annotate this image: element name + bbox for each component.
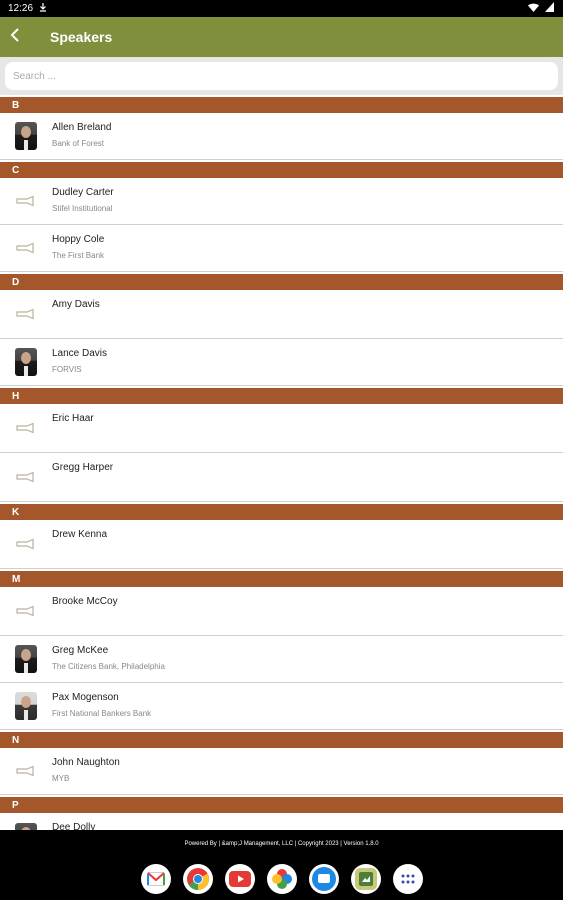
speaker-row[interactable]: Gregg Harper	[0, 453, 563, 502]
speaker-row[interactable]: Brooke McCoy	[0, 587, 563, 636]
megaphone-icon	[8, 526, 44, 562]
wifi-icon	[528, 3, 539, 15]
section-header-c: C	[0, 160, 563, 178]
download-icon	[39, 2, 47, 15]
speaker-row[interactable]: Hoppy Cole The First Bank	[0, 225, 563, 272]
page-title: Speakers	[50, 29, 113, 45]
section-header-k: K	[0, 502, 563, 520]
back-arrow-icon	[10, 27, 20, 47]
speaker-row[interactable]: John Naughton MYB	[0, 748, 563, 795]
speaker-name: Lance Davis	[52, 348, 108, 359]
speaker-organization: MYB	[52, 774, 70, 783]
gmail-icon[interactable]	[140, 864, 171, 894]
section-header-p: P	[0, 795, 563, 813]
battery-icon	[545, 2, 555, 15]
avatar	[8, 344, 44, 380]
megaphone-icon	[8, 230, 44, 266]
speaker-name: John Naughton	[52, 757, 120, 768]
app-drawer-icon[interactable]	[392, 864, 423, 894]
megaphone-icon	[8, 753, 44, 789]
speaker-organization: Stifel Institutional	[52, 204, 113, 213]
section-header-m: M	[0, 569, 563, 587]
app-dock	[0, 858, 563, 900]
section-header-b: B	[0, 95, 563, 113]
speaker-name: Eric Haar	[52, 413, 94, 424]
speaker-name: Drew Kenna	[52, 529, 108, 540]
speaker-organization: Bank of Forest	[52, 139, 105, 148]
messages-icon[interactable]	[308, 864, 339, 894]
footer: Powered By | &amp;J Management, LLC | Co…	[0, 830, 563, 858]
speaker-name: Gregg Harper	[52, 462, 114, 473]
speaker-list[interactable]: B Allen Breland Bank of Forest C Dudley Cart…	[0, 95, 563, 830]
back-button[interactable]	[4, 26, 26, 48]
status-bar: 12:26	[0, 0, 563, 17]
megaphone-icon	[8, 183, 44, 219]
speaker-row[interactable]: Allen Breland Bank of Forest	[0, 113, 563, 160]
pics-icon[interactable]	[350, 864, 381, 894]
speaker-name: Brooke McCoy	[52, 596, 118, 607]
section-header-d: D	[0, 272, 563, 290]
speaker-name: Dee Dolly	[52, 822, 96, 830]
speaker-organization: First National Bankers Bank	[52, 709, 152, 718]
footer-text: Powered By | &amp;J Management, LLC | Co…	[184, 841, 379, 847]
speaker-row[interactable]: Dudley Carter Stifel Institutional	[0, 178, 563, 225]
search-input[interactable]	[5, 62, 558, 90]
chrome-icon[interactable]	[182, 864, 213, 894]
section-header-n: N	[0, 730, 563, 748]
speaker-row[interactable]: Lance Davis FORVIS	[0, 339, 563, 386]
speaker-row[interactable]: Dee Dolly	[0, 813, 563, 830]
speaker-organization: FORVIS	[52, 365, 82, 374]
photos-icon[interactable]	[266, 864, 297, 894]
speaker-row[interactable]: Pax Mogenson First National Bankers Bank	[0, 683, 563, 730]
avatar	[8, 118, 44, 154]
megaphone-icon	[8, 459, 44, 495]
megaphone-icon	[8, 410, 44, 446]
speaker-row[interactable]: Drew Kenna	[0, 520, 563, 569]
speaker-name: Amy Davis	[52, 299, 100, 310]
avatar	[8, 688, 44, 724]
speaker-name: Pax Mogenson	[52, 692, 119, 703]
app-bar: Speakers	[0, 17, 563, 57]
speaker-name: Dudley Carter	[52, 187, 114, 198]
speaker-organization: The First Bank	[52, 251, 105, 260]
megaphone-icon	[8, 593, 44, 629]
speaker-row[interactable]: Eric Haar	[0, 404, 563, 453]
speaker-row[interactable]: Amy Davis	[0, 290, 563, 339]
avatar	[8, 641, 44, 677]
status-time: 12:26	[8, 3, 34, 14]
speaker-name: Allen Breland	[52, 122, 112, 133]
speaker-name: Greg McKee	[52, 645, 109, 656]
youtube-icon[interactable]	[224, 864, 255, 894]
speaker-name: Hoppy Cole	[52, 234, 105, 245]
megaphone-icon	[8, 296, 44, 332]
avatar	[8, 819, 44, 830]
speaker-row[interactable]: Greg McKee The Citizens Bank, Philadelphi…	[0, 636, 563, 683]
section-header-h: H	[0, 386, 563, 404]
search-bar	[0, 57, 563, 95]
speaker-organization: The Citizens Bank, Philadelphia	[52, 662, 165, 671]
